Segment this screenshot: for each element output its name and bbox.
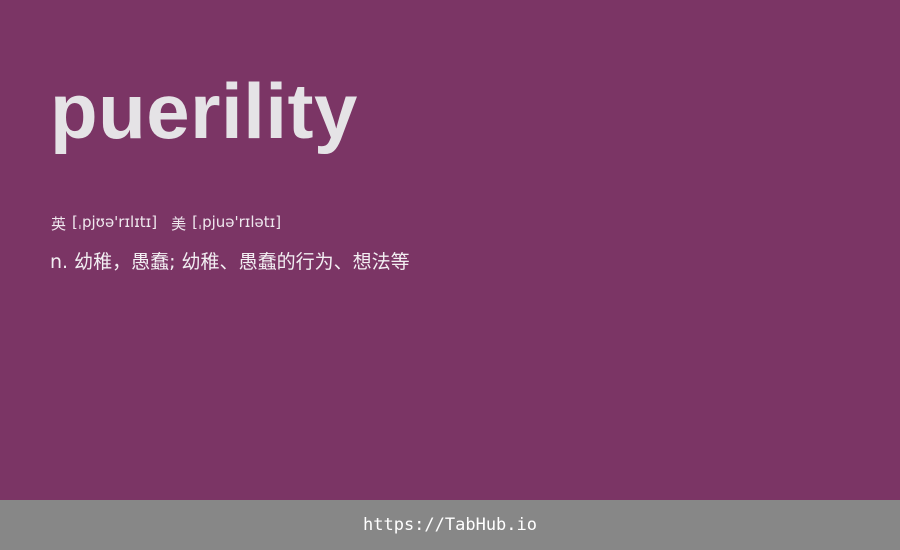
footer-bar: https://TabHub.io <box>0 500 900 550</box>
uk-label: 英 <box>51 215 67 233</box>
us-label: 美 <box>171 215 187 233</box>
headword: puerility <box>50 67 358 155</box>
uk-ipa: [ˌpjʊə'rɪlɪtɪ] <box>72 213 158 231</box>
definition-text: n. 幼稚，愚蠢; 幼稚、愚蠢的行为、想法等 <box>50 251 410 273</box>
tabhub-link[interactable]: https://TabHub.io <box>363 515 537 535</box>
uk-phonetic: 英 [ˌpjʊə'rɪlɪtɪ] <box>51 213 157 234</box>
phonetics-row: 英 [ˌpjʊə'rɪlɪtɪ] 美 [ˌpjuə'rɪlətɪ] <box>51 213 281 234</box>
us-ipa: [ˌpjuə'rɪlətɪ] <box>192 213 282 231</box>
word-card: puerility 英 [ˌpjʊə'rɪlɪtɪ] 美 [ˌpjuə'rɪlə… <box>0 0 900 550</box>
us-phonetic: 美 [ˌpjuə'rɪlətɪ] <box>171 213 281 234</box>
